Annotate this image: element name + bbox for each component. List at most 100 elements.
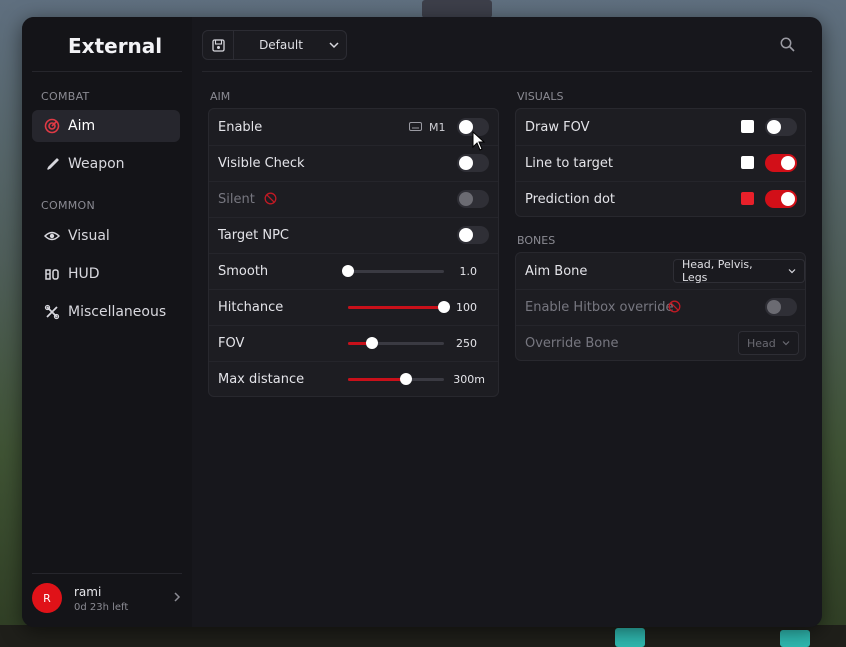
override-bone-value: Head [747, 336, 776, 350]
slider-thumb[interactable] [342, 265, 354, 277]
tools-icon [41, 304, 63, 320]
smooth-slider[interactable] [342, 265, 444, 277]
knife-icon [41, 156, 63, 172]
draw-fov-label: Draw FOV [525, 119, 590, 135]
sidebar-item-miscellaneous[interactable]: Miscellaneous [32, 296, 180, 328]
eye-icon [41, 228, 63, 244]
chevron-down-icon [788, 267, 796, 275]
visible-check-row: Visible Check [209, 145, 498, 182]
keybind-button[interactable]: M1 [409, 121, 446, 134]
silent-toggle[interactable] [457, 190, 489, 208]
color-picker[interactable] [741, 156, 754, 169]
keyboard-icon [409, 121, 422, 134]
override-bone-row: Override Bone Head [516, 325, 805, 361]
sidebar-item-visual[interactable]: Visual [32, 220, 180, 252]
sidebar-item-weapon[interactable]: Weapon [32, 148, 180, 180]
sidebar: External COMBAT Aim Weapon COMMON Visual [22, 17, 192, 627]
hitchance-slider[interactable] [348, 301, 450, 313]
hitchance-row: Hitchance 100 [209, 289, 498, 326]
bones-group-label: BONES [517, 234, 556, 247]
sidebar-item-label: Visual [68, 228, 110, 244]
smooth-label: Smooth [218, 263, 269, 279]
sidebar-item-hud[interactable]: HUD [32, 258, 180, 290]
config-selector[interactable]: Default [202, 30, 347, 60]
fov-row: FOV 250 [209, 325, 498, 362]
user-profile[interactable]: R rami 0d 23h left [22, 573, 192, 627]
max-distance-row: Max distance 300m [209, 361, 498, 397]
disabled-icon [264, 192, 277, 209]
sidebar-item-label: Aim [68, 118, 96, 134]
target-npc-label: Target NPC [218, 227, 289, 243]
fov-slider[interactable] [348, 337, 444, 349]
hitbox-override-row: Enable Hitbox override [516, 289, 805, 326]
hitbox-override-toggle[interactable] [765, 298, 797, 316]
aim-group-label: AIM [210, 90, 231, 103]
visible-check-toggle[interactable] [457, 154, 489, 172]
hitchance-label: Hitchance [218, 299, 284, 315]
visible-check-label: Visible Check [218, 155, 305, 171]
max-distance-value: 300m [453, 372, 485, 386]
section-label-combat: COMBAT [41, 90, 90, 103]
line-to-target-row: Line to target [516, 145, 805, 182]
bones-card: Aim Bone Head, Pelvis, Legs Enable Hitbo… [515, 252, 806, 361]
section-label-common: COMMON [41, 199, 96, 212]
visuals-group-label: VISUALS [517, 90, 564, 103]
target-icon [41, 118, 63, 134]
hitchance-value: 100 [456, 300, 477, 314]
chevron-down-icon [322, 40, 346, 50]
username: rami [74, 585, 102, 599]
color-picker[interactable] [741, 192, 754, 205]
max-distance-label: Max distance [218, 371, 305, 387]
draw-fov-row: Draw FOV [516, 109, 805, 146]
target-npc-toggle[interactable] [457, 226, 489, 244]
mouse-cursor-icon [472, 130, 486, 155]
aim-bone-select[interactable]: Head, Pelvis, Legs [673, 258, 805, 284]
prediction-dot-label: Prediction dot [525, 191, 616, 207]
aim-bone-value: Head, Pelvis, Legs [682, 258, 753, 284]
keybind-label: M1 [429, 120, 446, 134]
prediction-dot-toggle[interactable] [765, 190, 797, 208]
override-bone-select[interactable]: Head [738, 331, 799, 355]
app-logo: External [68, 34, 163, 58]
fov-label: FOV [218, 335, 245, 351]
aim-bone-row: Aim Bone Head, Pelvis, Legs [516, 253, 805, 290]
subscription-time: 0d 23h left [74, 602, 129, 613]
hud-icon [41, 266, 63, 282]
smooth-row: Smooth 1.0 [209, 253, 498, 290]
config-name: Default [259, 38, 303, 52]
slider-thumb[interactable] [366, 337, 378, 349]
prediction-dot-row: Prediction dot [516, 181, 805, 217]
silent-label: Silent [218, 191, 255, 207]
avatar: R [32, 583, 62, 613]
max-distance-slider[interactable] [348, 373, 444, 385]
draw-fov-toggle[interactable] [765, 118, 797, 136]
app-window: External COMBAT Aim Weapon COMMON Visual [22, 17, 822, 627]
search-icon[interactable] [780, 37, 795, 56]
aim-enable-row: Enable M1 [209, 109, 498, 146]
background-cyan-object [615, 628, 645, 647]
slider-thumb[interactable] [399, 373, 412, 385]
topbar-divider [202, 71, 812, 72]
background-figure [422, 0, 492, 18]
sidebar-item-label: Weapon [68, 156, 125, 172]
smooth-value: 1.0 [459, 264, 478, 278]
chevron-down-icon [782, 339, 790, 347]
target-npc-row: Target NPC [209, 217, 498, 254]
sidebar-item-aim[interactable]: Aim [32, 110, 180, 142]
disabled-icon [668, 300, 681, 317]
background-cyan-object-2 [780, 630, 810, 647]
silent-row: Silent [209, 181, 498, 218]
aim-bone-label: Aim Bone [525, 263, 588, 279]
line-to-target-toggle[interactable] [765, 154, 797, 172]
sidebar-divider [32, 71, 182, 72]
line-to-target-label: Line to target [525, 155, 613, 171]
visuals-card: Draw FOV Line to target Prediction dot [515, 108, 806, 217]
save-icon[interactable] [203, 31, 234, 59]
chevron-right-icon [172, 591, 182, 605]
fov-value: 250 [456, 336, 477, 350]
sidebar-item-label: Miscellaneous [68, 304, 167, 320]
hitbox-override-label: Enable Hitbox override [525, 299, 674, 315]
color-picker[interactable] [741, 120, 754, 133]
aim-card: Enable M1 Visible Check Silent Target NP… [208, 108, 499, 397]
aim-enable-label: Enable [218, 119, 263, 135]
